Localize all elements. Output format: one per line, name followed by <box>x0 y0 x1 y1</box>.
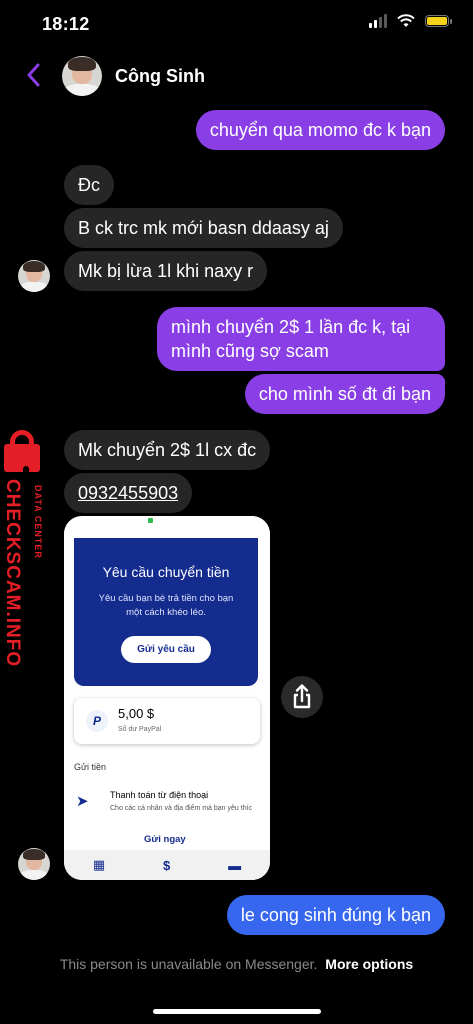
watermark-text: CHECKSCAM.INFO <box>2 479 23 668</box>
send-request-button: Gửi yêu cầu <box>121 636 211 663</box>
conversation-header: Công Sinh <box>0 50 473 100</box>
balance-card: P 5,00 $ Số dư PayPal <box>74 698 260 744</box>
shared-image-paypal[interactable]: Yêu cầu chuyển tiền Yêu cầu bạn bè trả t… <box>64 516 270 880</box>
message-incoming[interactable]: Đc <box>64 165 114 205</box>
wifi-icon <box>397 14 415 27</box>
paper-plane-icon: ➤ <box>76 793 89 810</box>
share-button[interactable] <box>281 676 323 718</box>
message-outgoing[interactable]: chuyển qua momo đc k bạn <box>195 110 445 150</box>
battery-icon <box>425 15 452 27</box>
wallet-icon: ▬ <box>228 857 242 873</box>
pay-description: Cho các cá nhân và địa điểm mà bạn yêu t… <box>110 805 253 812</box>
message-incoming[interactable]: Mk chuyển 2$ 1l cx đc <box>64 430 271 470</box>
contact-avatar-small[interactable] <box>18 260 50 292</box>
message-incoming[interactable]: 0932455903 <box>64 473 193 513</box>
message-outgoing[interactable]: cho mình số đt đi bạn <box>244 374 445 414</box>
contact-avatar[interactable] <box>62 56 102 96</box>
message-incoming[interactable]: B ck trc mk mới basn ddaasy aj <box>64 208 343 248</box>
message-line: mình cũng sợ scam <box>171 341 329 361</box>
contact-name[interactable]: Công Sinh <box>115 66 205 87</box>
unavailable-text: This person is unavailable on Messenger. <box>59 956 318 972</box>
grid-icon: ▦ <box>92 857 106 872</box>
paypal-logo-icon: P <box>86 710 108 732</box>
unavailable-notice: This person is unavailable on Messenger.… <box>0 956 473 972</box>
back-arrow-icon[interactable] <box>22 60 46 90</box>
status-icons <box>369 14 452 28</box>
message-outgoing[interactable]: mình chuyển 2$ 1 lần đc k, tại mình cũng… <box>157 307 445 371</box>
message-incoming[interactable]: Mk bị lừa 1l khi naxy r <box>64 251 268 291</box>
status-time: 18:12 <box>42 14 90 34</box>
share-icon <box>293 684 311 709</box>
message-line: mình chuyển 2$ 1 lần đc k, tại <box>171 317 411 337</box>
send-now-link: Gửi ngay <box>144 834 186 845</box>
card-title: Yêu cầu chuyển tiền <box>102 564 230 580</box>
paypal-bottom-nav: ▦ $ ▬ <box>64 850 270 880</box>
checkscam-watermark: CHECKSCAM.INFO DATA CENTER <box>0 430 60 670</box>
balance-label: Số dư PayPal <box>118 726 162 733</box>
card-description: Yêu cầu bạn bè trả tiền cho bạn một cách… <box>98 593 234 618</box>
dollar-icon: $ <box>163 857 171 873</box>
watermark-subtext: DATA CENTER <box>33 485 43 559</box>
home-indicator[interactable] <box>153 1009 321 1014</box>
more-options-link[interactable]: More options <box>325 956 413 972</box>
status-bar: 18:12 <box>0 0 473 50</box>
phone-number-link[interactable]: 0932455903 <box>78 483 178 503</box>
request-money-card: Yêu cầu chuyển tiền Yêu cầu bạn bè trả t… <box>74 538 258 686</box>
signal-icon <box>369 14 387 28</box>
message-outgoing[interactable]: le cong sinh đúng k bạn <box>226 895 445 935</box>
contact-avatar-small[interactable] <box>18 848 50 880</box>
pay-title: Thanh toán từ điện thoại <box>110 790 209 800</box>
send-money-heading: Gửi tiền <box>74 762 107 772</box>
balance-amount: 5,00 $ <box>118 706 155 721</box>
